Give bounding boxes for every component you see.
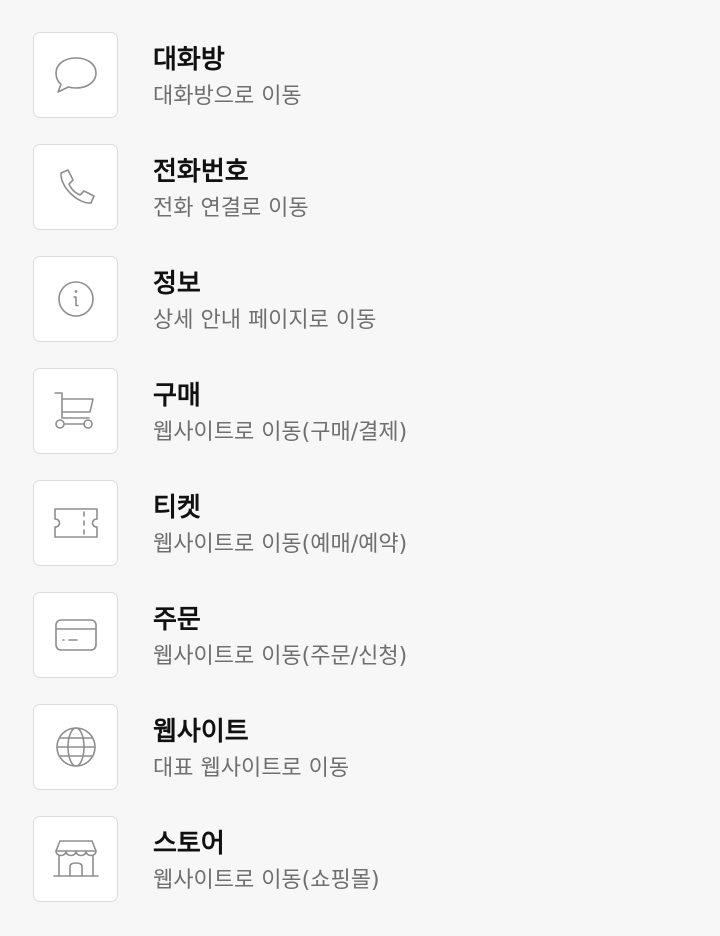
item-description: 웹사이트로 이동(예매/예약)	[153, 532, 408, 557]
list-item-info[interactable]: 정보 상세 안내 페이지로 이동	[0, 224, 720, 342]
info-icon	[33, 256, 118, 342]
item-title: 정보	[153, 269, 201, 299]
list-item-order[interactable]: 주문 웹사이트로 이동(주문/신청)	[0, 560, 720, 678]
item-title: 대화방	[153, 45, 225, 75]
globe-icon	[33, 704, 118, 790]
list-item-ticket[interactable]: 티켓 웹사이트로 이동(예매/예약)	[0, 448, 720, 566]
item-description: 상세 안내 페이지로 이동	[153, 308, 377, 333]
item-title: 스토어	[153, 829, 225, 859]
item-description: 웹사이트로 이동(구매/결제)	[153, 420, 408, 445]
store-icon	[33, 816, 118, 902]
cart-icon	[33, 368, 118, 454]
item-title: 주문	[153, 605, 201, 635]
item-description: 웹사이트로 이동(주문/신청)	[153, 644, 408, 669]
chat-bubble-icon	[33, 32, 118, 118]
item-title: 구매	[153, 381, 201, 411]
list-item-website[interactable]: 웹사이트 대표 웹사이트로 이동	[0, 672, 720, 790]
item-title: 전화번호	[153, 157, 249, 187]
list-item-phone[interactable]: 전화번호 전화 연결로 이동	[0, 112, 720, 230]
item-description: 대화방으로 이동	[153, 84, 302, 109]
card-icon	[33, 592, 118, 678]
ticket-icon	[33, 480, 118, 566]
item-description: 웹사이트로 이동(쇼핑몰)	[153, 868, 380, 893]
action-list: 대화방 대화방으로 이동 전화번호 전화 연결로 이동 정보 상세 안내 페이지…	[0, 0, 720, 936]
item-description: 대표 웹사이트로 이동	[153, 756, 350, 781]
item-description: 전화 연결로 이동	[153, 196, 309, 221]
list-item-store[interactable]: 스토어 웹사이트로 이동(쇼핑몰)	[0, 784, 720, 902]
list-item-purchase[interactable]: 구매 웹사이트로 이동(구매/결제)	[0, 336, 720, 454]
item-title: 티켓	[153, 493, 201, 523]
list-item-chat[interactable]: 대화방 대화방으로 이동	[0, 0, 720, 118]
phone-icon	[33, 144, 118, 230]
item-title: 웹사이트	[153, 717, 249, 747]
